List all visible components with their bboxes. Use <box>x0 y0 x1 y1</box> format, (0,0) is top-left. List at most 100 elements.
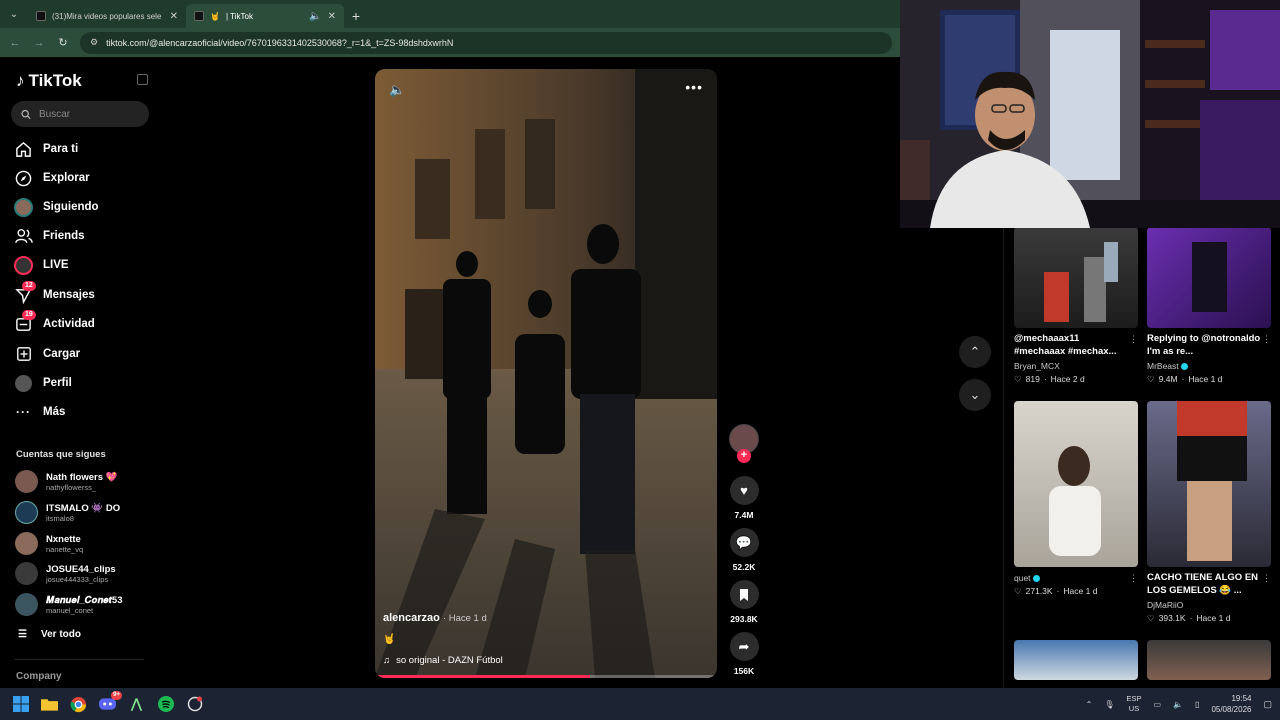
like-action[interactable]: ♥ 7.4M <box>727 476 761 520</box>
discord-icon[interactable]: 9+ <box>93 688 122 720</box>
lang-top: ESP <box>1126 694 1142 703</box>
recommended-card[interactable]: ⋮ @mechaaax11 #mechaaax #mechax... Bryan… <box>1014 227 1138 385</box>
comment-count: 52.2K <box>732 562 756 572</box>
card-more-icon[interactable]: ⋮ <box>1262 573 1271 584</box>
follow-plus-button[interactable]: + <box>737 449 751 463</box>
clock[interactable]: 19:54 05/08/2026 <box>1211 693 1251 715</box>
video-music[interactable]: ♫ so original - DAZN Fútbol <box>383 655 503 666</box>
windows-taskbar: 9+ ⋀ ⌃ 🎙 ESP US ▭ 🔈 ▯ 19:54 05/08/2026 ▢ <box>0 688 1280 720</box>
notifications-icon[interactable]: ▢ <box>1263 699 1272 710</box>
nav-mas[interactable]: ··· Más <box>14 400 65 424</box>
nav-siguiendo[interactable]: Siguiendo <box>14 195 99 219</box>
volume-icon[interactable]: 🔈 <box>1173 700 1183 709</box>
previous-video-button[interactable]: ⌃ <box>959 336 991 368</box>
search-input[interactable] <box>39 108 139 120</box>
share-count: 156K <box>733 666 755 676</box>
sound-icon[interactable]: 🔈 <box>389 82 405 98</box>
following-account[interactable]: Nxnette nanette_vq <box>15 532 83 555</box>
video-thumbnail[interactable] <box>1014 640 1138 680</box>
new-tab-button[interactable]: + <box>344 4 368 28</box>
card-author[interactable]: MrBeast <box>1147 361 1271 371</box>
speaker-icon[interactable]: 🔈 <box>309 11 321 22</box>
see-all-button[interactable]: ☰ Ver todo <box>18 629 81 640</box>
start-windows-icon[interactable] <box>6 688 35 720</box>
logo-text: TikTok <box>28 71 82 90</box>
network-icon[interactable]: ▭ <box>1154 700 1162 709</box>
share-action[interactable]: ➦ 156K <box>727 632 761 676</box>
card-more-icon[interactable]: ⋮ <box>1129 334 1138 345</box>
card-author[interactable]: DjMaRiiO <box>1147 600 1271 610</box>
tab-search-button[interactable]: ⌄ <box>0 0 28 28</box>
nav-para-ti[interactable]: Para ti <box>14 137 78 161</box>
recommended-card[interactable]: ⋮ quet ♡ 271.3K · Hace 1 d <box>1014 401 1138 597</box>
company-link[interactable]: Company <box>16 671 62 682</box>
microphone-icon[interactable]: 🎙 <box>1104 700 1114 709</box>
video-author[interactable]: alencarzao · Hace 1 d <box>383 612 487 624</box>
recommended-card[interactable]: ⋮ Replying to @notronaldo I'm as re... M… <box>1147 227 1271 385</box>
video-caption: 🤘 <box>383 634 396 645</box>
back-arrow-icon[interactable]: ← <box>8 37 22 49</box>
webcam-overlay <box>900 0 1280 228</box>
browser-tab[interactable]: (31)Mira videos populares sele ✕ <box>28 4 186 28</box>
chrome-icon[interactable] <box>64 688 93 720</box>
video-player[interactable]: 🔈 ••• alencarzao · Hace 1 d 🤘 ♫ so origi… <box>375 69 717 678</box>
messages-icon: 12 <box>14 280 36 305</box>
author-name: alencarzao <box>383 612 440 624</box>
comment-action[interactable]: 💬 52.2K <box>727 528 761 572</box>
nav-cargar[interactable]: Cargar <box>14 342 80 366</box>
heart-outline-icon: ♡ <box>1014 374 1022 384</box>
tiktok-logo[interactable]: ♪ TikTok <box>16 71 82 91</box>
close-tab-icon[interactable]: ✕ <box>170 11 178 22</box>
spotify-icon[interactable] <box>151 688 180 720</box>
battery-icon[interactable]: ▯ <box>1195 700 1199 709</box>
address-bar: ← → ↻ ⚙ tiktok.com/@alencarzaoficial/vid… <box>0 28 900 57</box>
nav-actividad[interactable]: 19 Actividad <box>14 309 95 336</box>
nav-friends[interactable]: Friends <box>14 224 85 248</box>
card-more-icon[interactable]: ⋮ <box>1129 573 1138 584</box>
collapse-sidebar-icon[interactable] <box>137 74 148 85</box>
nav-label: LIVE <box>43 259 69 271</box>
tiktok-note-icon: ♪ <box>16 71 25 90</box>
following-account[interactable]: ITSMALO 👾 DO itsmalo8 <box>15 501 120 524</box>
video-thumbnail[interactable] <box>1147 640 1271 680</box>
video-thumbnail[interactable] <box>1014 227 1138 328</box>
card-more-icon[interactable]: ⋮ <box>1262 334 1271 345</box>
site-info-icon[interactable]: ⚙ <box>90 37 98 48</box>
video-thumbnail[interactable] <box>1147 401 1271 567</box>
app-icon[interactable]: ⋀ <box>122 688 151 720</box>
nav-mensajes[interactable]: 12 Mensajes <box>14 280 95 307</box>
video-progress-bar[interactable] <box>375 675 717 678</box>
following-account[interactable]: 𝑴𝒂𝒏𝒖𝒆𝒍_𝑪𝒐𝒏𝒆𝒕53 manuel_conet <box>15 593 123 616</box>
save-action[interactable]: 293.8K <box>727 580 761 624</box>
close-tab-icon[interactable]: ✕ <box>328 11 336 22</box>
next-video-button[interactable]: ⌄ <box>959 379 991 411</box>
card-author[interactable]: Bryan_MCX <box>1014 361 1138 371</box>
video-thumbnail[interactable] <box>1014 401 1138 567</box>
following-account[interactable]: JOSUE44_clips josue444333_clips <box>15 562 116 585</box>
recommended-card[interactable]: ⋮ CACHO TIENE ALGO EN LOS GEMELOS 😂 ... … <box>1147 401 1271 624</box>
see-all-label: Ver todo <box>40 629 81 640</box>
chevron-up-icon[interactable]: ⌃ <box>1086 700 1093 709</box>
language-indicator[interactable]: ESP US <box>1126 694 1141 714</box>
tiktok-favicon-icon <box>36 11 46 21</box>
browser-tab-active[interactable]: 🤘 | TikTok 🔈 ✕ <box>186 4 344 28</box>
following-account[interactable]: Nath flowers 💖 nathyflowerss_ <box>15 470 117 493</box>
heart-outline-icon: ♡ <box>1014 586 1022 596</box>
card-title: @mechaaax11 #mechaaax #mechax... <box>1014 333 1117 357</box>
forward-arrow-icon[interactable]: → <box>32 37 46 49</box>
app-icon[interactable] <box>180 688 209 720</box>
reload-icon[interactable]: ↻ <box>56 36 70 49</box>
video-time: · Hace 1 d <box>442 613 487 624</box>
nav-live[interactable]: LIVE <box>14 253 69 277</box>
nav-perfil[interactable]: Perfil <box>14 371 72 395</box>
file-explorer-icon[interactable] <box>35 688 64 720</box>
nav-explorar[interactable]: Explorar <box>14 166 90 190</box>
nav-label: Mensajes <box>43 289 95 301</box>
more-options-icon[interactable]: ••• <box>685 79 703 95</box>
url-field[interactable]: ⚙ tiktok.com/@alencarzaoficial/video/767… <box>80 31 892 54</box>
video-frame <box>375 69 717 678</box>
account-name: JOSUE44_clips <box>46 563 116 575</box>
card-author-name: MrBeast <box>1147 361 1179 371</box>
card-author[interactable]: quet <box>1014 573 1138 583</box>
video-thumbnail[interactable] <box>1147 227 1271 328</box>
